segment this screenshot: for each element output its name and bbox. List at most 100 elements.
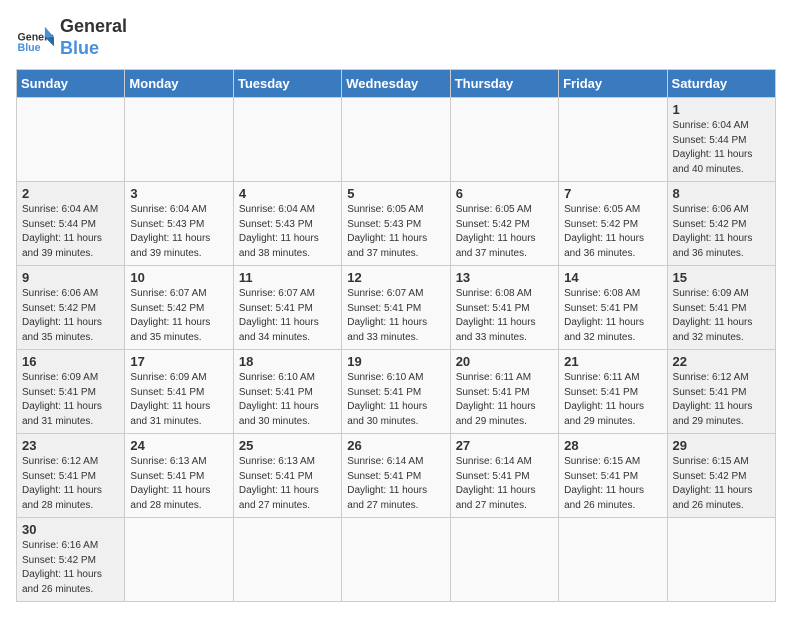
calendar-cell — [342, 98, 450, 182]
day-info: Sunrise: 6:04 AM Sunset: 5:44 PM Dayligh… — [673, 119, 770, 177]
day-info: Sunrise: 6:13 AM Sunset: 5:41 PM Dayligh… — [130, 455, 227, 513]
calendar-cell: 18 Sunrise: 6:10 AM Sunset: 5:41 PM Dayli… — [233, 350, 341, 434]
calendar-week-0: 1Sunrise: 6:04 AM Sunset: 5:44 PM Daylig… — [17, 98, 776, 182]
calendar-cell: 16Sunrise: 6:09 AM Sunset: 5:41 PM Dayli… — [17, 350, 125, 434]
weekday-friday: Friday — [559, 70, 667, 98]
calendar-cell — [233, 98, 341, 182]
day-info: Sunrise: 6:04 AM Sunset: 5:43 PM Dayligh… — [239, 203, 336, 261]
calendar-cell: 19 Sunrise: 6:10 AM Sunset: 5:41 PM Dayli… — [342, 350, 450, 434]
calendar-cell — [17, 98, 125, 182]
day-info: Sunrise: 6:06 AM Sunset: 5:42 PM Dayligh… — [673, 203, 770, 261]
day-info: Sunrise: 6:07 AM Sunset: 5:41 PM Dayligh… — [239, 287, 336, 345]
day-info: Sunrise: 6:08 AM Sunset: 5:41 PM Dayligh… — [564, 287, 661, 345]
day-number: 2 — [22, 186, 119, 201]
day-number: 25 — [239, 438, 336, 453]
weekday-thursday: Thursday — [450, 70, 558, 98]
calendar-cell: 30Sunrise: 6:16 AM Sunset: 5:42 PM Dayli… — [17, 518, 125, 602]
calendar-cell: 24 Sunrise: 6:13 AM Sunset: 5:41 PM Dayli… — [125, 434, 233, 518]
calendar-cell — [559, 98, 667, 182]
day-number: 20 — [456, 354, 553, 369]
calendar-week-4: 23 Sunrise: 6:12 AM Sunset: 5:41 PM Dayli… — [17, 434, 776, 518]
weekday-saturday: Saturday — [667, 70, 775, 98]
calendar-cell — [233, 518, 341, 602]
calendar-cell: 12 Sunrise: 6:07 AM Sunset: 5:41 PM Dayli… — [342, 266, 450, 350]
calendar-cell: 7Sunrise: 6:05 AM Sunset: 5:42 PM Daylig… — [559, 182, 667, 266]
day-number: 29 — [673, 438, 770, 453]
day-number: 17 — [130, 354, 227, 369]
day-number: 22 — [673, 354, 770, 369]
calendar-body: 1Sunrise: 6:04 AM Sunset: 5:44 PM Daylig… — [17, 98, 776, 602]
day-info: Sunrise: 6:05 AM Sunset: 5:42 PM Dayligh… — [564, 203, 661, 261]
day-number: 14 — [564, 270, 661, 285]
calendar-cell — [667, 518, 775, 602]
calendar-cell: 22 Sunrise: 6:12 AM Sunset: 5:41 PM Dayli… — [667, 350, 775, 434]
day-number: 18 — [239, 354, 336, 369]
logo-icon: General Blue — [16, 19, 54, 57]
calendar-cell — [342, 518, 450, 602]
calendar-cell: 2 Sunrise: 6:04 AM Sunset: 5:44 PM Daylig… — [17, 182, 125, 266]
calendar-cell — [450, 98, 558, 182]
day-info: Sunrise: 6:12 AM Sunset: 5:41 PM Dayligh… — [673, 371, 770, 429]
calendar-week-5: 30Sunrise: 6:16 AM Sunset: 5:42 PM Dayli… — [17, 518, 776, 602]
calendar-cell: 9 Sunrise: 6:06 AM Sunset: 5:42 PM Daylig… — [17, 266, 125, 350]
day-number: 9 — [22, 270, 119, 285]
day-info: Sunrise: 6:04 AM Sunset: 5:44 PM Dayligh… — [22, 203, 119, 261]
day-number: 16 — [22, 354, 119, 369]
day-number: 13 — [456, 270, 553, 285]
day-info: Sunrise: 6:10 AM Sunset: 5:41 PM Dayligh… — [347, 371, 444, 429]
calendar-week-1: 2 Sunrise: 6:04 AM Sunset: 5:44 PM Daylig… — [17, 182, 776, 266]
calendar-cell: 4 Sunrise: 6:04 AM Sunset: 5:43 PM Daylig… — [233, 182, 341, 266]
calendar-cell: 5Sunrise: 6:05 AM Sunset: 5:43 PM Daylig… — [342, 182, 450, 266]
calendar-cell: 6 Sunrise: 6:05 AM Sunset: 5:42 PM Daylig… — [450, 182, 558, 266]
weekday-monday: Monday — [125, 70, 233, 98]
calendar-cell — [450, 518, 558, 602]
calendar-cell: 8Sunrise: 6:06 AM Sunset: 5:42 PM Daylig… — [667, 182, 775, 266]
day-number: 11 — [239, 270, 336, 285]
day-number: 26 — [347, 438, 444, 453]
day-info: Sunrise: 6:10 AM Sunset: 5:41 PM Dayligh… — [239, 371, 336, 429]
calendar-cell: 29 Sunrise: 6:15 AM Sunset: 5:42 PM Dayli… — [667, 434, 775, 518]
weekday-header-row: SundayMondayTuesdayWednesdayThursdayFrid… — [17, 70, 776, 98]
calendar-cell: 3Sunrise: 6:04 AM Sunset: 5:43 PM Daylig… — [125, 182, 233, 266]
calendar-cell: 23 Sunrise: 6:12 AM Sunset: 5:41 PM Dayli… — [17, 434, 125, 518]
weekday-tuesday: Tuesday — [233, 70, 341, 98]
day-number: 12 — [347, 270, 444, 285]
calendar-cell: 27Sunrise: 6:14 AM Sunset: 5:41 PM Dayli… — [450, 434, 558, 518]
day-info: Sunrise: 6:08 AM Sunset: 5:41 PM Dayligh… — [456, 287, 553, 345]
calendar-cell — [559, 518, 667, 602]
day-info: Sunrise: 6:06 AM Sunset: 5:42 PM Dayligh… — [22, 287, 119, 345]
day-info: Sunrise: 6:05 AM Sunset: 5:43 PM Dayligh… — [347, 203, 444, 261]
day-number: 15 — [673, 270, 770, 285]
day-number: 4 — [239, 186, 336, 201]
calendar-cell: 15Sunrise: 6:09 AM Sunset: 5:41 PM Dayli… — [667, 266, 775, 350]
day-number: 27 — [456, 438, 553, 453]
calendar-cell: 21 Sunrise: 6:11 AM Sunset: 5:41 PM Dayli… — [559, 350, 667, 434]
weekday-wednesday: Wednesday — [342, 70, 450, 98]
calendar-cell: 11 Sunrise: 6:07 AM Sunset: 5:41 PM Dayli… — [233, 266, 341, 350]
calendar-table: SundayMondayTuesdayWednesdayThursdayFrid… — [16, 69, 776, 602]
day-info: Sunrise: 6:05 AM Sunset: 5:42 PM Dayligh… — [456, 203, 553, 261]
day-info: Sunrise: 6:11 AM Sunset: 5:41 PM Dayligh… — [564, 371, 661, 429]
calendar-cell: 1Sunrise: 6:04 AM Sunset: 5:44 PM Daylig… — [667, 98, 775, 182]
calendar-cell: 20Sunrise: 6:11 AM Sunset: 5:41 PM Dayli… — [450, 350, 558, 434]
day-info: Sunrise: 6:07 AM Sunset: 5:42 PM Dayligh… — [130, 287, 227, 345]
day-info: Sunrise: 6:13 AM Sunset: 5:41 PM Dayligh… — [239, 455, 336, 513]
calendar-cell: 25 Sunrise: 6:13 AM Sunset: 5:41 PM Dayli… — [233, 434, 341, 518]
calendar-week-3: 16 Sunrise: 6:09 AM Sunset: 5:41 PM Dayli… — [17, 350, 776, 434]
day-number: 10 — [130, 270, 227, 285]
calendar-cell — [125, 518, 233, 602]
day-number: 23 — [22, 438, 119, 453]
day-number: 21 — [564, 354, 661, 369]
day-number: 24 — [130, 438, 227, 453]
day-info: Sunrise: 6:04 AM Sunset: 5:43 PM Dayligh… — [130, 203, 227, 261]
day-number: 6 — [456, 186, 553, 201]
calendar-cell: 28Sunrise: 6:15 AM Sunset: 5:41 PM Dayli… — [559, 434, 667, 518]
calendar-week-2: 9 Sunrise: 6:06 AM Sunset: 5:42 PM Daylig… — [17, 266, 776, 350]
calendar-cell: 14 Sunrise: 6:08 AM Sunset: 5:41 PM Dayli… — [559, 266, 667, 350]
day-info: Sunrise: 6:12 AM Sunset: 5:41 PM Dayligh… — [22, 455, 119, 513]
day-info: Sunrise: 6:15 AM Sunset: 5:41 PM Dayligh… — [564, 455, 661, 513]
day-number: 19 — [347, 354, 444, 369]
day-info: Sunrise: 6:09 AM Sunset: 5:41 PM Dayligh… — [130, 371, 227, 429]
day-info: Sunrise: 6:07 AM Sunset: 5:41 PM Dayligh… — [347, 287, 444, 345]
day-info: Sunrise: 6:15 AM Sunset: 5:42 PM Dayligh… — [673, 455, 770, 513]
